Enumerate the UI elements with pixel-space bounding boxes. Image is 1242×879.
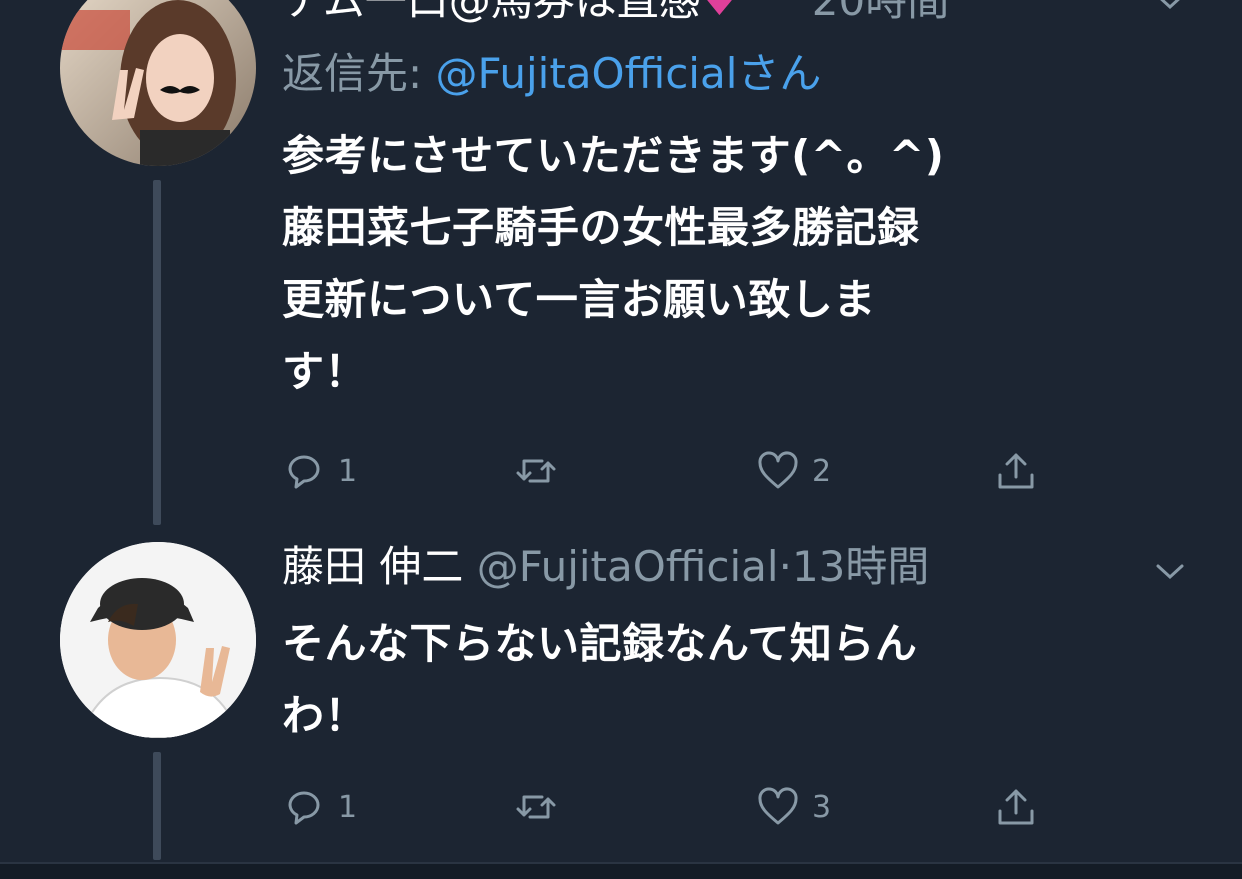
avatar-man[interactable]: [60, 542, 256, 738]
reply-icon: [288, 791, 320, 825]
tweet-2[interactable]: 藤田 伸二 @FujitaOfficial·13時間 そんな下らない記録なんて知…: [0, 530, 1242, 860]
heart-emoji-icon: ♥: [700, 0, 739, 25]
thread-line: [153, 180, 161, 525]
reply-to-label: 返信先:: [282, 49, 423, 98]
avatar-man-image: [60, 542, 256, 738]
separator-dot: ·: [778, 542, 792, 591]
tweet-2-actions: 1 3: [282, 782, 1062, 832]
retweet-icon: [516, 459, 556, 483]
reply-count: 1: [338, 789, 358, 825]
like-button[interactable]: 2: [756, 446, 831, 496]
share-button[interactable]: [994, 446, 1038, 496]
timestamp[interactable]: 13時間: [792, 542, 929, 591]
chevron-down-icon[interactable]: [1155, 0, 1185, 12]
reply-to-line: 返信先: @FujitaOfficialさん: [282, 46, 821, 102]
timestamp[interactable]: 20時間: [812, 0, 949, 25]
user-handle[interactable]: @FujitaOfficial: [477, 542, 779, 591]
avatar-woman-image: [60, 0, 256, 166]
heart-icon: [758, 787, 798, 825]
reply-mention-link[interactable]: @FujitaOfficialさん: [436, 49, 822, 98]
bottom-tab-bar-edge: [0, 862, 1242, 879]
share-icon: [998, 789, 1034, 825]
retweet-button[interactable]: [514, 446, 570, 496]
tweet-1-header: ナム一口@馬券は直感♥ 20時間: [282, 0, 949, 28]
reply-button[interactable]: 1: [282, 446, 357, 496]
reply-button[interactable]: 1: [282, 782, 357, 832]
retweet-button[interactable]: [514, 782, 570, 832]
like-count: 2: [812, 453, 832, 489]
like-button[interactable]: 3: [756, 782, 831, 832]
avatar-woman[interactable]: [60, 0, 256, 166]
like-count: 3: [812, 789, 832, 825]
reply-icon: [288, 455, 320, 489]
tweet-1[interactable]: ナム一口@馬券は直感♥ 20時間 返信先: @FujitaOfficialさん …: [0, 0, 1242, 530]
thread-line: [153, 752, 161, 860]
retweet-icon: [516, 795, 556, 819]
tweet-1-text: 参考にさせていただきます(^。^) 藤田菜七子騎手の女性最多勝記録 更新について…: [282, 131, 945, 396]
share-button[interactable]: [994, 782, 1038, 832]
display-name[interactable]: 藤田 伸二: [282, 542, 463, 591]
tweet-1-actions: 1 2: [282, 446, 1062, 496]
reply-count: 1: [338, 453, 358, 489]
display-name[interactable]: ナム一口@馬券は直感: [282, 0, 701, 25]
share-icon: [998, 453, 1034, 489]
heart-icon: [758, 451, 798, 489]
chevron-down-icon[interactable]: [1155, 562, 1185, 582]
tweet-2-header: 藤田 伸二 @FujitaOfficial·13時間: [282, 540, 929, 594]
tweet-2-text: そんな下らない記録なんて知らん わ！: [282, 619, 918, 740]
